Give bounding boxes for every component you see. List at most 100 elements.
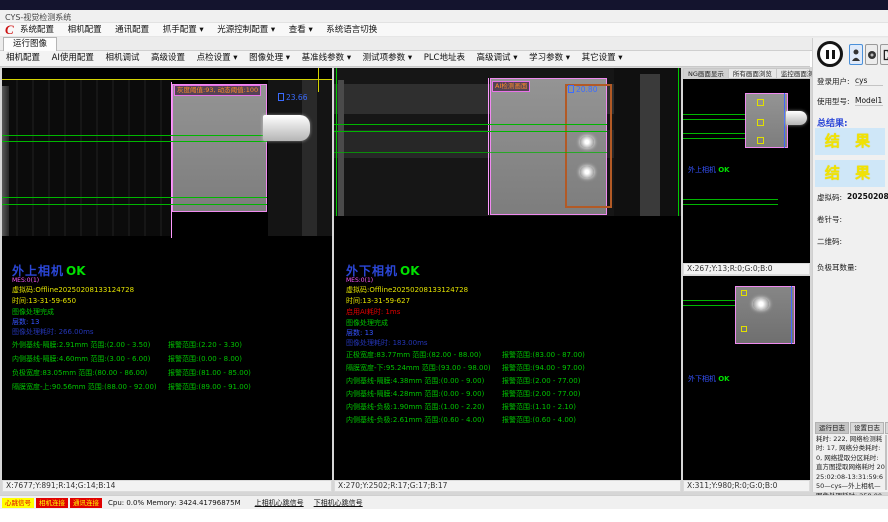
ai-overlay-text: AI检测画面	[495, 82, 527, 90]
exit-button[interactable]	[880, 44, 888, 65]
tool-image-processing[interactable]: 图像处理 ▾	[249, 51, 290, 66]
reflection-spot	[580, 136, 594, 148]
user-icon	[851, 48, 861, 62]
model-label: 使用型号:	[817, 96, 850, 107]
tool-test-params[interactable]: 测试项参数 ▾	[363, 51, 412, 66]
electrode-panel	[745, 93, 788, 148]
tool-learning-params[interactable]: 学习参数 ▾	[529, 51, 570, 66]
log-scrollbar[interactable]	[885, 435, 887, 490]
tab-settings-log[interactable]: 设置日志	[850, 422, 884, 434]
reflection-spot	[753, 298, 769, 310]
machine-texture	[640, 74, 660, 216]
menu-language-switch[interactable]: 系统语言切换	[326, 23, 377, 37]
tool-advanced-settings[interactable]: 高级设置	[151, 51, 185, 66]
upper-camera-heartbeat[interactable]: 上相机心跳信号	[255, 498, 304, 508]
machine-texture	[268, 80, 332, 236]
measure-row: 内侧基线-隔膜:4.28mm 范围:(0.00 - 9.00) 报警范围:(2.…	[346, 389, 661, 399]
camera-name: 外上相机	[688, 166, 716, 174]
measure-value-label: 23.66	[278, 93, 307, 102]
barcode-line: 虚拟码:Offline20250208133124728	[12, 285, 134, 295]
done-line: 图像处理完成	[346, 318, 388, 328]
alarm-range: 报警范围:(1.10 - 2.10)	[502, 402, 576, 412]
menu-comm-config[interactable]: 通讯配置	[115, 23, 149, 37]
machine-texture	[302, 80, 317, 236]
pause-icon	[832, 50, 835, 59]
log-tabs: 运行日志设置日志错误日志	[815, 422, 888, 434]
menu-view[interactable]: 查看 ▾	[289, 23, 313, 37]
measure-line-green	[2, 141, 267, 142]
pixel-coords-bar: X:311;Y:980;R:0;G:0;B:0	[683, 480, 810, 492]
measure-row: 正极宽度:83.77mm 范围:(82.00 - 88.00) 报警范围:(83…	[346, 350, 661, 360]
detect-marker	[741, 326, 747, 332]
ai-overlay-label: AI检测画面	[492, 81, 530, 92]
measure-row: 外侧基线-隔膜:2.91mm 范围:(2.00 - 3.50) 报警范围:(2.…	[12, 340, 327, 350]
ai-time-line: 启用AI耗时: 1ms	[346, 307, 400, 317]
measure-row: 内侧基线-隔膜:4.60mm 范围:(3.00 - 6.00) 报警范围:(0.…	[12, 354, 327, 364]
small-view-caption: 外上相机 OK	[688, 165, 730, 175]
pause-button[interactable]	[817, 41, 843, 67]
alarm-range: 报警范围:(0.00 - 8.00)	[168, 354, 242, 364]
monitor-button[interactable]	[865, 44, 878, 65]
tool-plc-address[interactable]: PLC地址表	[424, 51, 465, 66]
lower-camera-heartbeat[interactable]: 下相机心跳信号	[314, 498, 363, 508]
tool-baseline-params[interactable]: 基准线参数 ▾	[302, 51, 351, 66]
small-view-upper[interactable]: 外上相机 OK X:267;Y:13;R:0;G:0;B:0	[683, 79, 810, 275]
app-logo-icon: C	[5, 23, 14, 37]
guide-line-yellow	[2, 79, 332, 80]
detect-marker	[757, 137, 764, 144]
status-ok: OK	[66, 264, 86, 278]
pixel-coords-bar: X:7677;Y:891;R:14;G:14;B:14	[2, 480, 332, 492]
menu-camera-config[interactable]: 相机配置	[68, 23, 102, 37]
layers-line: 层数: 13	[12, 317, 40, 327]
menu-gripper-config[interactable]: 抓手配置 ▾	[163, 23, 204, 37]
measure-row: 负极宽度:83.05mm 范围:(80.00 - 86.00) 报警范围:(81…	[12, 368, 327, 378]
tab-row: 运行图像	[0, 37, 888, 51]
edge-line-blue	[791, 286, 792, 344]
user-login-button[interactable]	[849, 44, 863, 65]
camera-name: 外上相机	[12, 264, 64, 278]
measure-row: 隔膜宽度-下:95.24mm 范围:(93.00 - 98.00) 报警范围:(…	[346, 363, 661, 373]
window-title: CYS-视觉检测系统	[5, 12, 71, 23]
done-line: 图像处理完成	[12, 307, 54, 317]
model-value[interactable]: Model1	[855, 96, 883, 106]
measure-line-green	[683, 199, 778, 200]
machine-texture	[338, 80, 344, 216]
small-view-tabs: NG画面显示所有画面浏览监控画面浏览	[683, 68, 810, 79]
neg-tab-count-label: 负极耳数量:	[817, 262, 857, 273]
layers-line: 层数: 13	[346, 328, 374, 338]
camera-view-lower[interactable]: AI检测画面 20.80 外下相机OK MES:0(1) 虚拟码:Offline…	[334, 68, 681, 492]
tool-camera-config[interactable]: 相机配置	[6, 51, 40, 66]
menu-light-config[interactable]: 光源控制配置 ▾	[217, 23, 275, 37]
small-view-caption: 外下相机 OK	[688, 374, 730, 384]
pixel-coords-bar: X:270;Y:2502;R:17;G:17;B:17	[334, 480, 681, 492]
vcode-value: 20250208	[847, 192, 888, 201]
result-indicator-lower: 结 果	[815, 160, 885, 187]
measure-line-green	[683, 204, 778, 205]
measure-line-green	[334, 152, 607, 153]
tool-other-settings[interactable]: 其它设置 ▾	[582, 51, 623, 66]
measure-text: 隔膜宽度-上:90.56mm 范围:(88.00 - 92.00)	[12, 383, 157, 391]
proc-time-line: 图像处理耗时: 183.00ms	[346, 338, 428, 348]
camera-connection-badge: 相机连接	[36, 498, 68, 508]
camera-view-upper[interactable]: 灰度阈值:93, 动态阈值:100 23.66 外上相机OK MES:0(1) …	[2, 68, 332, 492]
tab-all-views[interactable]: 所有画面浏览	[729, 69, 777, 79]
tab-run-log[interactable]: 运行日志	[815, 422, 849, 434]
tool-camera-debug[interactable]: 相机调试	[105, 51, 139, 66]
tab-run-screen[interactable]: 运行图像	[3, 37, 57, 51]
tool-spot-check[interactable]: 点检设置 ▾	[197, 51, 238, 66]
nozzle-object	[786, 111, 807, 125]
small-view-lower[interactable]: 外下相机 OK X:311;Y:980;R:0;G:0;B:0	[683, 276, 810, 492]
tool-advanced-debug[interactable]: 高级调试 ▾	[477, 51, 518, 66]
tool-ai-use-config[interactable]: AI使用配置	[52, 51, 94, 66]
tab-ng-display[interactable]: NG画面显示	[684, 69, 729, 79]
detect-marker	[757, 119, 764, 126]
machine-texture	[2, 86, 9, 236]
measure-text: 隔膜宽度-下:95.24mm 范围:(93.00 - 98.00)	[346, 364, 491, 372]
measure-text: 外侧基线-隔膜:2.91mm 范围:(2.00 - 3.50)	[12, 341, 150, 349]
pixel-coords: X:270;Y:2502;R:17;G:17;B:17	[338, 481, 447, 490]
measure-line-green	[2, 135, 267, 136]
alarm-range: 报警范围:(89.00 - 91.00)	[168, 382, 251, 392]
measure-value-label: 20.80	[568, 85, 597, 94]
login-user-value[interactable]: cys	[855, 76, 883, 86]
menu-system-config[interactable]: 系统配置	[20, 23, 54, 37]
